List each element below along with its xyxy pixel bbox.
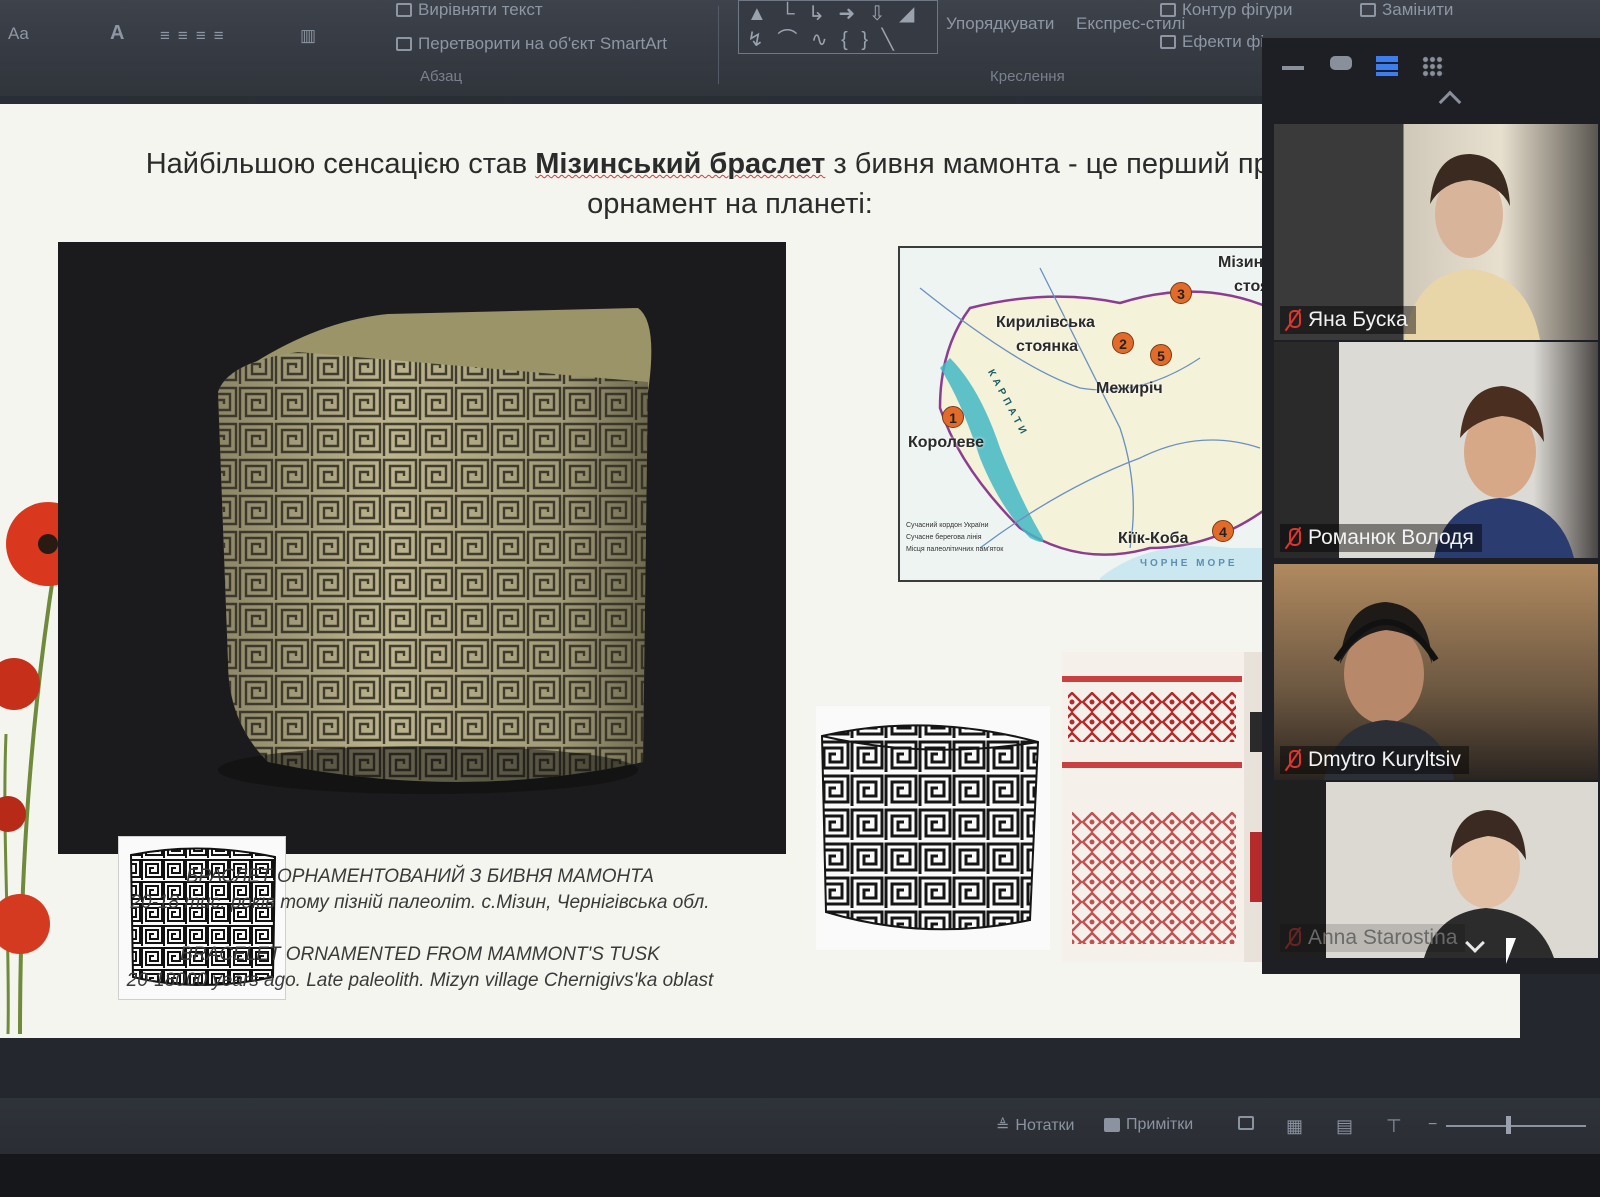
- caption-en-line-2: 20-18000 years ago. Late paleolith. Mizy…: [126, 970, 714, 991]
- participant-tile-1[interactable]: Яна Буска: [1274, 124, 1598, 340]
- align-text-label: Вирівняти текст: [418, 0, 543, 19]
- map-marker-1: 1: [942, 406, 964, 428]
- shape-outline-button[interactable]: Контур фігури: [1160, 0, 1292, 20]
- embroidery-image: [1062, 652, 1282, 962]
- participant-tile-2[interactable]: Романюк Володя: [1274, 342, 1598, 558]
- ribbon-separator: [718, 6, 719, 84]
- participant-1-name: Яна Буска: [1308, 308, 1408, 331]
- title-line-2: орнамент на планеті:: [587, 188, 873, 220]
- align-text-icon: [396, 3, 412, 17]
- slide-title[interactable]: Найбільшою сенсацією став Мізинський бра…: [10, 144, 1450, 224]
- map-legend: Сучасний кордон України Сучасне берегова…: [906, 520, 1056, 556]
- legend-border: Сучасний кордон України: [906, 522, 989, 529]
- zoom-slider-thumb[interactable]: [1506, 1116, 1511, 1134]
- thumbnail-view-icon[interactable]: [1330, 56, 1352, 70]
- slideshow-icon[interactable]: ⊤: [1386, 1116, 1402, 1137]
- participant-4-name-tag: Anna Starostina: [1280, 924, 1466, 952]
- notes-label: Нотатки: [1015, 1117, 1075, 1134]
- arrange-button[interactable]: Упорядкувати: [946, 14, 1054, 34]
- speaker-view-icon[interactable]: [1376, 56, 1398, 76]
- map-marker-4: 4: [1212, 520, 1234, 542]
- shape-outline-label: Контур фігури: [1182, 0, 1293, 19]
- reading-view-icon[interactable]: ▤: [1336, 1116, 1353, 1137]
- mic-muted-icon: [1284, 309, 1302, 331]
- arrange-label: Упорядкувати: [946, 14, 1055, 33]
- bracelet-sketch-large[interactable]: [816, 706, 1050, 950]
- ukraine-map[interactable]: Мізин стоя Кирилівська стоянка Межиріч К…: [898, 246, 1278, 582]
- bracelet-photo[interactable]: [58, 242, 786, 1000]
- map-label-black-sea: ЧОРНЕ МОРЕ: [1140, 558, 1238, 569]
- slide-sorter-icon[interactable]: ▦: [1286, 1116, 1303, 1137]
- bottom-bezel: [0, 1154, 1600, 1197]
- bracelet-sketch-large-image: [820, 724, 1040, 931]
- status-bar: ≜ Нотатки Примітки ▦ ▤ ⊤ −: [0, 1098, 1600, 1154]
- map-label-kyrylivska-site: стоянка: [1016, 338, 1078, 355]
- view-switcher[interactable]: [1282, 48, 1582, 88]
- outline-icon: [1160, 3, 1176, 17]
- participant-3-name: Dmytro Kuryltsiv: [1308, 748, 1461, 771]
- caption-ua-line-1: БРАСЛЕТ ОРНАМЕНТОВАНИЙ З БИВНЯ МАМОНТА: [186, 866, 654, 887]
- legend-sites: Місця палеолітичних пам'яток: [906, 546, 1004, 553]
- normal-view-glyph: [1238, 1116, 1254, 1130]
- replace-icon: [1360, 3, 1376, 17]
- map-label-kiik-koba: Кіїк-Коба: [1118, 530, 1189, 547]
- replace-button[interactable]: Замінити: [1360, 0, 1453, 20]
- normal-view-icon[interactable]: [1238, 1116, 1254, 1130]
- smartart-button[interactable]: Перетворити на об'єкт SmartArt: [396, 34, 667, 54]
- map-label-kyrylivska: Кирилівська: [996, 314, 1095, 331]
- shapes-gallery[interactable]: ▲ └ ↳ ➜ ⇩ ◢ ↯ ⌒ ∿ { } ╲: [738, 0, 938, 54]
- participant-4-name: Anna Starostina: [1308, 926, 1458, 949]
- font-color-button[interactable]: A: [110, 22, 124, 45]
- font-size-control[interactable]: Aa: [8, 24, 29, 44]
- participant-3-name-tag: Dmytro Kuryltsiv: [1280, 746, 1469, 774]
- scroll-up-icon[interactable]: [1438, 90, 1462, 114]
- mic-muted-icon: [1284, 527, 1302, 549]
- participant-1-name-tag: Яна Буска: [1280, 306, 1416, 334]
- notes-icon: ≜: [996, 1118, 1010, 1135]
- bracelet-caption[interactable]: БРАСЛЕТ ОРНАМЕНТОВАНИЙ З БИВНЯ МАМОНТА 2…: [60, 864, 780, 994]
- group-paragraph-label: Абзац: [420, 68, 463, 85]
- mic-muted-icon: [1284, 927, 1302, 949]
- font-size-label: Aa: [8, 24, 29, 43]
- participant-tile-3[interactable]: Dmytro Kuryltsiv: [1274, 564, 1598, 780]
- smartart-icon: [396, 37, 412, 51]
- minimize-icon[interactable]: [1282, 66, 1304, 70]
- map-label-mizyn: Мізин: [1218, 254, 1264, 271]
- caption-ua-line-2: 20-18 тис. років тому пізній палеоліт. с…: [130, 892, 710, 913]
- title-text-2: з бивня мамонта - це перший прото: [825, 148, 1315, 180]
- participant-2-name: Романюк Володя: [1308, 526, 1474, 549]
- participants-panel: Яна Буска Романюк Володя Dmytro Kuryltsi…: [1262, 38, 1600, 974]
- participant-2-name-tag: Романюк Володя: [1280, 524, 1482, 552]
- notes-button[interactable]: ≜ Нотатки: [996, 1116, 1074, 1136]
- caption-en-line-1: BRACELET ORNAMENTED FROM MAMMONT'S TUSK: [180, 944, 660, 965]
- map-label-korolevo: Королеве: [908, 434, 985, 451]
- zoom-slider[interactable]: [1446, 1125, 1586, 1127]
- zoom-out-icon[interactable]: −: [1428, 1116, 1437, 1134]
- screen: Aa A ≡≡≡≡ ▥ Вирівняти текст Перетворити …: [0, 0, 1600, 1197]
- align-buttons[interactable]: ≡≡≡≡: [160, 26, 232, 46]
- mouse-cursor-icon: [1506, 938, 1516, 964]
- legend-coastline: Сучасне берегова лінія: [906, 534, 982, 541]
- comments-icon: [1104, 1118, 1120, 1132]
- map-marker-2: 2: [1112, 332, 1134, 354]
- mic-muted-icon: [1284, 749, 1302, 771]
- comments-button[interactable]: Примітки: [1104, 1116, 1193, 1134]
- embroidery-photo[interactable]: [1062, 652, 1282, 962]
- participant-tile-4[interactable]: Anna Starostina: [1274, 782, 1598, 958]
- columns-button[interactable]: ▥: [300, 26, 316, 46]
- title-bold: Мізинський браслет: [535, 148, 826, 180]
- comments-label: Примітки: [1126, 1116, 1194, 1133]
- align-text-button[interactable]: Вирівняти текст: [396, 0, 543, 20]
- map-label-mezhyrich: Межиріч: [1096, 380, 1163, 397]
- map-marker-3: 3: [1170, 282, 1192, 304]
- gallery-view-icon[interactable]: [1422, 56, 1444, 78]
- map-marker-5: 5: [1150, 344, 1172, 366]
- bracelet-photo-image: [218, 308, 652, 794]
- smartart-label: Перетворити на об'єкт SmartArt: [418, 34, 667, 53]
- group-drawing-label: Креслення: [990, 68, 1065, 85]
- effects-icon: [1160, 35, 1176, 49]
- replace-label: Замінити: [1382, 0, 1454, 19]
- title-text-1: Найбільшою сенсацією став: [145, 148, 536, 180]
